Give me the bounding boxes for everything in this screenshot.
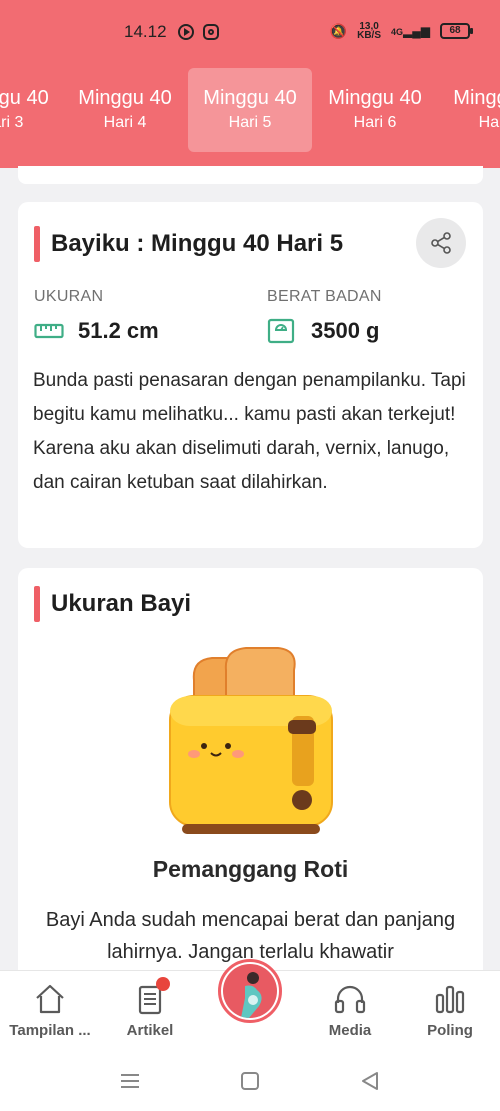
headphones-icon [334,985,366,1014]
scale-icon [267,318,295,344]
baby-info-card: Bayiku : Minggu 40 Hari 5 UKURAN 51.2 cm… [18,202,483,548]
play-notification-icon [178,24,194,40]
nav-media[interactable]: Media [300,971,400,1051]
size-label: UKURAN [34,288,104,305]
home-icon [36,984,64,1014]
status-bar: 14.12 🔕 13,0 KB/S 4G▂▄▆ 68 [0,0,500,64]
size-card-title: Ukuran Bayi [51,590,192,617]
ruler-icon [34,323,64,339]
title-accent-bar [34,226,40,262]
home-square-icon[interactable] [237,1068,263,1094]
pregnant-woman-icon [223,964,277,1018]
weight-label: BERAT BADAN [267,288,382,305]
nav-home-label: Tampilan ... [9,1022,91,1039]
nav-home[interactable]: Tampilan ... [0,971,100,1051]
app-header: 14.12 🔕 13,0KB/S 4G▂▄▆ 68 Minggu 40 Hari… [0,0,500,168]
bottom-navigation: Tampilan ... Artikel Media Poling [0,959,500,1051]
battery-icon: 68 [440,23,473,39]
nav-media-label: Media [328,1022,372,1039]
tab-week40-day4[interactable]: Minggu 40 Hari 4 [63,68,187,152]
status-time: 14.12 [124,22,167,41]
network-speed: 13,0 KB/S [357,21,382,41]
tab-week40-day7[interactable]: Minggu 40 Hari 7 [438,68,500,152]
instagram-notification-icon [203,24,219,40]
nav-articles[interactable]: Artikel [100,971,200,1051]
share-button[interactable] [416,218,466,268]
status-right: 🔕 13,0 KB/S 4G▂▄▆ 68 [329,21,473,41]
back-icon[interactable] [357,1068,383,1094]
nav-articles-label: Artikel [126,1022,174,1039]
title-accent-bar [34,586,40,622]
tab-week40-day5[interactable]: Minggu 40 Hari 5 [188,68,312,152]
previous-card-edge [18,166,483,184]
toaster-illustration [169,647,333,834]
baby-description: Bunda pasti penasaran dengan penampilank… [33,370,466,493]
weight-value: 3500 g [311,318,380,343]
pregnancy-center-button[interactable] [218,959,282,1023]
notification-badge [156,977,170,991]
share-icon [431,232,451,254]
comparison-item-name: Pemanggang Roti [152,856,349,882]
tab-week40-day3[interactable]: Minggu 40 Hari 3 [0,68,64,152]
recent-apps-icon[interactable] [117,1068,143,1094]
signal-icon: 4G▂▄▆ [391,24,430,38]
system-navigation-bar [0,1050,500,1111]
mute-icon: 🔕 [329,22,348,39]
week-day-tabs: Minggu 40 Hari 3 Minggu 40 Hari 4 Minggu… [0,68,500,152]
baby-card-title: Bayiku : Minggu 40 Hari 5 [51,230,344,257]
size-value: 51.2 cm [78,318,159,343]
poll-chart-icon [435,985,465,1014]
tab-week40-day6[interactable]: Minggu 40 Hari 6 [313,68,437,152]
baby-size-card: Ukuran Bayi Pemanggang Roti Bayi Anda su… [18,568,483,988]
nav-poll-label: Poling [427,1022,473,1039]
nav-poll[interactable]: Poling [400,971,500,1051]
